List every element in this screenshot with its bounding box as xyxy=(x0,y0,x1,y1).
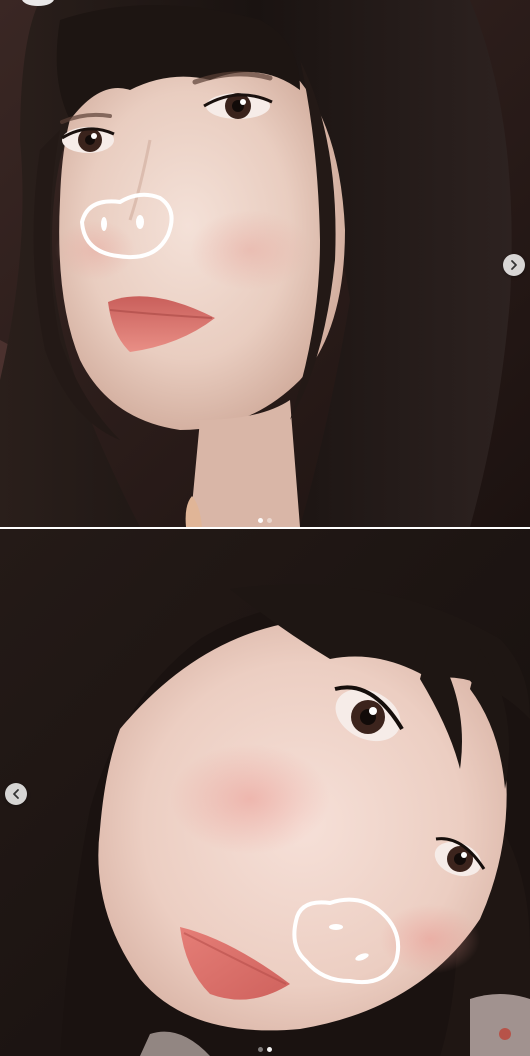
next-slide-button[interactable] xyxy=(503,254,525,276)
previous-slide-button[interactable] xyxy=(5,783,27,805)
carousel-indicator-1 xyxy=(0,518,530,523)
selfie-photo-2 xyxy=(0,529,530,1056)
carousel-slide-2 xyxy=(0,529,530,1056)
indicator-dot xyxy=(258,518,263,523)
chevron-left-icon xyxy=(13,789,19,799)
carousel-slide-1 xyxy=(0,0,530,527)
carousel-indicator-2 xyxy=(0,1047,530,1052)
indicator-dot xyxy=(267,518,272,523)
indicator-dot xyxy=(267,1047,272,1052)
photo-post xyxy=(0,0,530,1056)
indicator-dot xyxy=(258,1047,263,1052)
chevron-right-icon xyxy=(511,260,517,270)
selfie-photo-1 xyxy=(0,0,530,527)
